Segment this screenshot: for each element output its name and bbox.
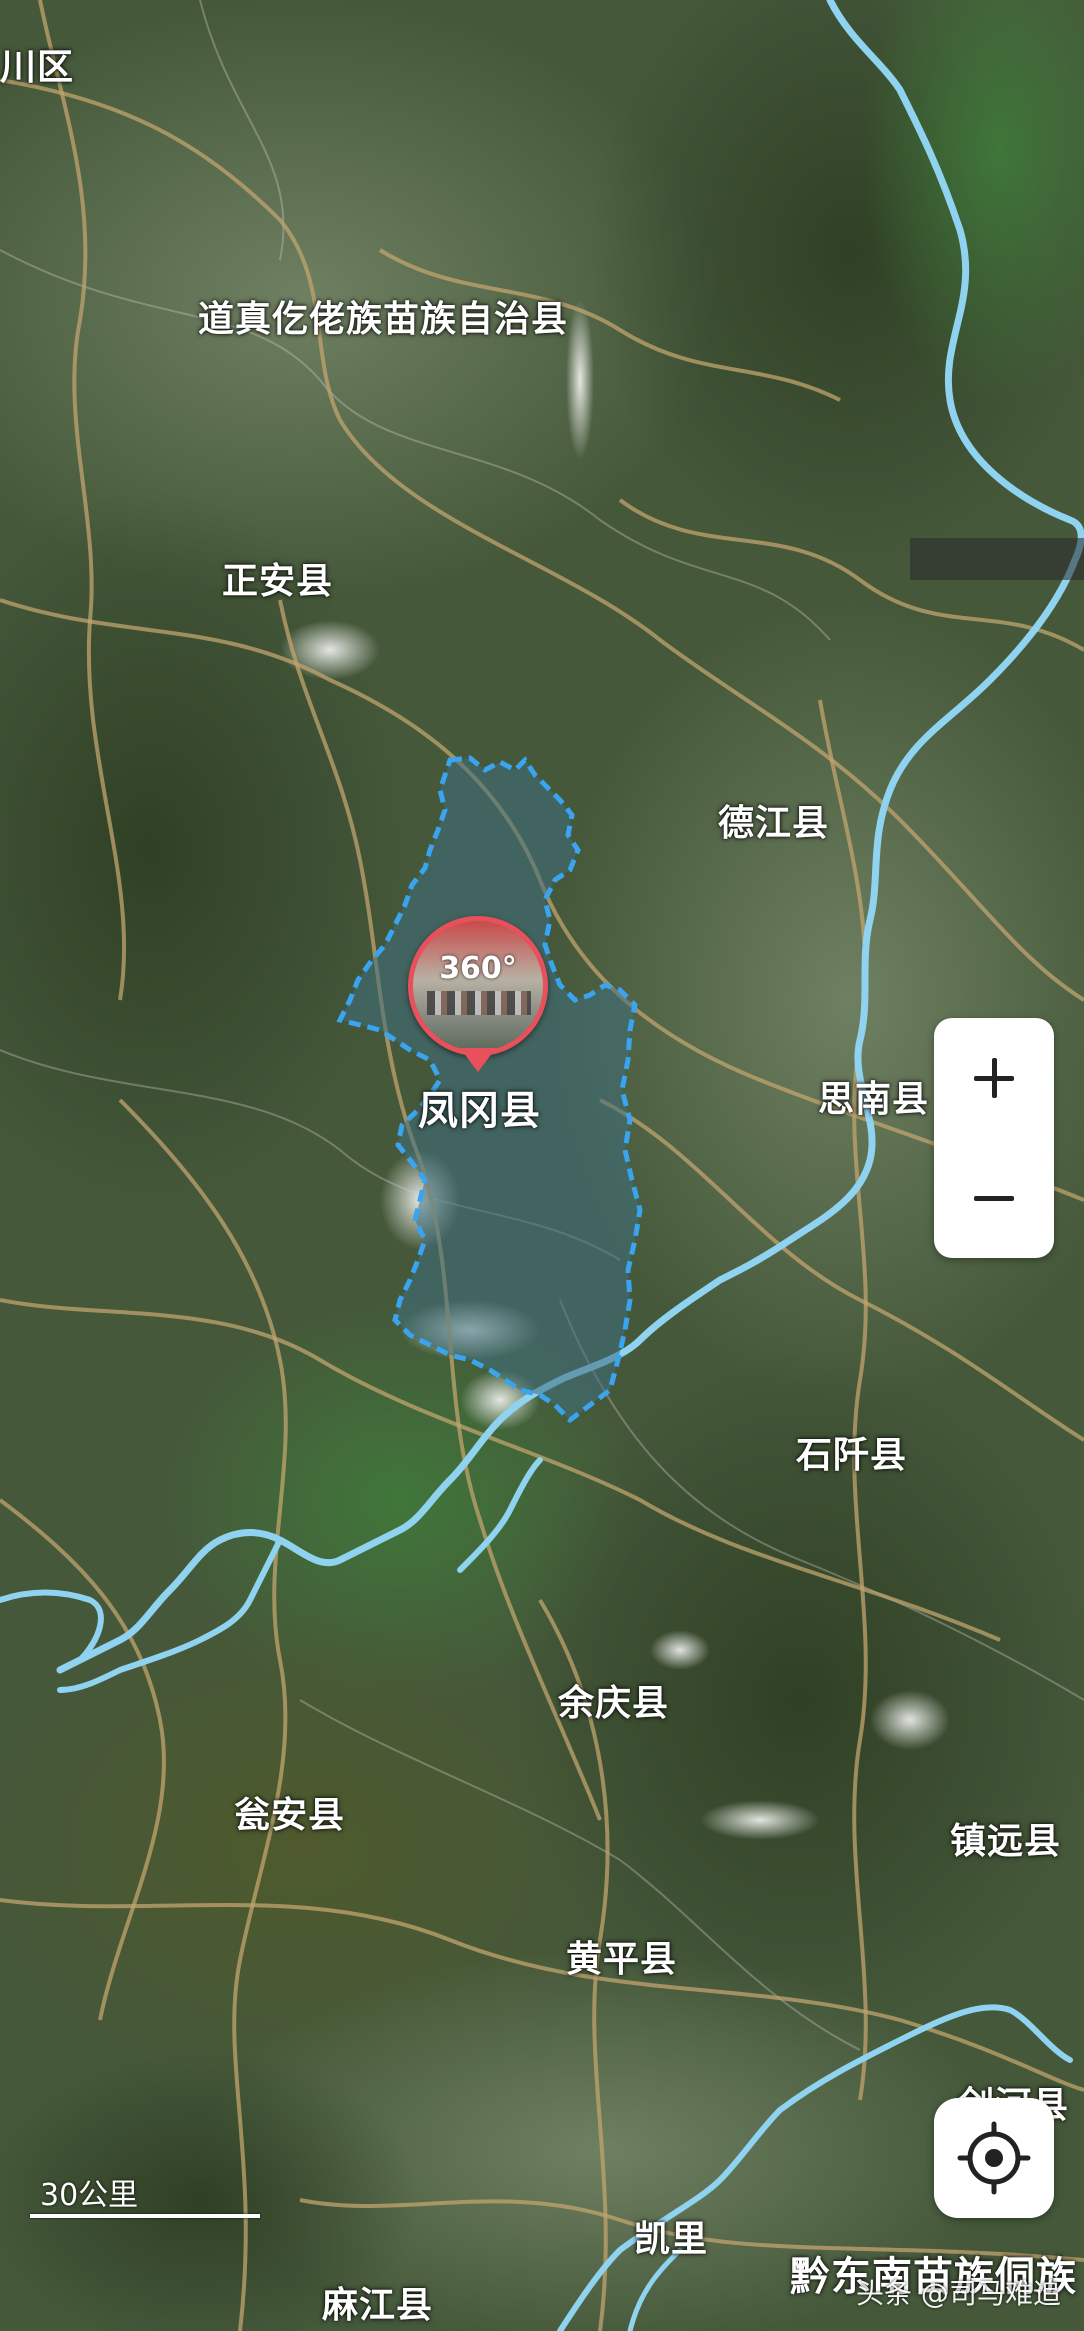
minus-icon [934,1138,1054,1258]
satellite-map[interactable]: 川区 道真仡佬族苗族自治县 正安县 德江县 凤冈县 思南县 石阡县 余庆县 瓮安… [0,0,1084,2331]
place-label-fenggang[interactable]: 凤冈县 [418,1078,541,1136]
scale-bar: 30公里 [30,2170,260,2220]
place-label-daozhen[interactable]: 道真仡佬族苗族自治县 [198,290,568,342]
locate-crosshair-icon [957,2121,1031,2195]
panorama-360-marker[interactable]: 360° [408,916,548,1076]
panorama-thumbnail: 360° [408,916,548,1056]
place-label-shiqian[interactable]: 石阡县 [796,1426,907,1478]
plus-icon [934,1018,1054,1138]
scale-line [30,2214,260,2218]
panorama-360-label: 360° [439,951,517,986]
marker-pin-pointer [460,1048,496,1072]
place-label-sinan[interactable]: 思南县 [818,1070,929,1122]
place-label-dejiang[interactable]: 德江县 [718,794,829,846]
place-label-yuqing[interactable]: 余庆县 [558,1674,669,1726]
zoom-in-button[interactable] [934,1018,1054,1138]
panorama-scene-image [427,991,531,1015]
place-label-majiang[interactable]: 麻江县 [322,2276,433,2328]
satellite-imagery [0,0,1084,2331]
place-label-zhengan[interactable]: 正安县 [222,552,333,604]
scale-label: 30公里 [40,2178,139,2213]
place-label-wengan[interactable]: 瓮安县 [234,1786,345,1838]
place-label-chuan-qu[interactable]: 川区 [0,38,74,90]
place-label-kaili[interactable]: 凯里 [634,2210,708,2262]
place-label-huangping[interactable]: 黄平县 [566,1930,677,1982]
zoom-control [934,1018,1054,1258]
place-label-zhenyuan[interactable]: 镇远县 [950,1812,1061,1864]
zoom-out-button[interactable] [934,1138,1054,1258]
locate-me-button[interactable] [934,2098,1054,2218]
watermark: 头条 @司马难追 [856,2277,1061,2310]
